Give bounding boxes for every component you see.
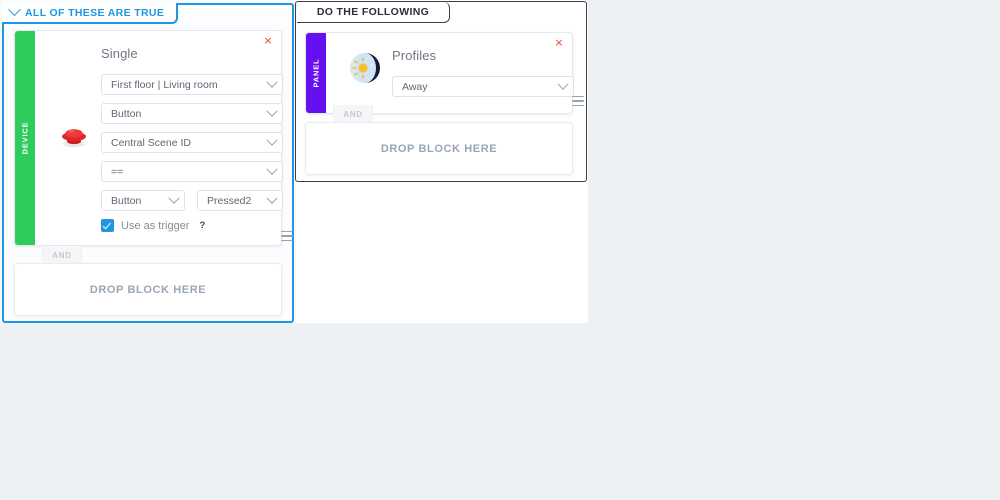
- chevron-down-icon: [266, 76, 278, 88]
- select-operator-value: ==: [111, 165, 124, 178]
- select-profile[interactable]: Away: [392, 76, 574, 97]
- select-profile-value: Away: [402, 80, 428, 93]
- select-property-value: Central Scene ID: [111, 136, 191, 149]
- select-device[interactable]: Button: [101, 103, 283, 124]
- device-block-title: Single: [101, 46, 138, 61]
- help-icon[interactable]: ?: [199, 220, 205, 231]
- hamburger-line: [281, 239, 293, 241]
- chevron-down-icon: [557, 78, 569, 90]
- select-room-value: First floor | Living room: [111, 78, 218, 91]
- select-value-b-value: Pressed2: [207, 194, 252, 207]
- hamburger-line: [572, 100, 584, 102]
- red-push-button-icon: [57, 119, 91, 153]
- action-column: PANEL × Profiles Away AND DROP BLOCK HER…: [295, 1, 587, 182]
- close-icon[interactable]: ×: [262, 35, 274, 47]
- panel-block-title: Profiles: [392, 48, 437, 63]
- panel-stripe-label: PANEL: [311, 58, 321, 88]
- chevron-down-icon: [266, 134, 278, 146]
- chevron-down-icon: [168, 192, 180, 204]
- device-stripe: DEVICE: [15, 31, 35, 245]
- panel-block-body: × Profiles Away: [326, 33, 584, 113]
- chevron-down-icon: [266, 105, 278, 117]
- chevron-down-icon[interactable]: [8, 3, 21, 17]
- tab-all-of-these-are-true[interactable]: ALL OF THESE ARE TRUE: [2, 3, 179, 24]
- chevron-down-icon: [266, 163, 278, 175]
- hamburger-line: [572, 104, 584, 106]
- dropzone-condition[interactable]: DROP BLOCK HERE: [14, 263, 282, 316]
- hamburger-line: [572, 96, 584, 98]
- select-device-value: Button: [111, 107, 142, 120]
- chevron-down-icon: [266, 192, 278, 204]
- close-icon[interactable]: ×: [553, 37, 565, 49]
- device-block-body: × Single First floor | Living room Butto…: [35, 31, 293, 245]
- select-property[interactable]: Central Scene ID: [101, 132, 283, 153]
- hamburger-menu-icon[interactable]: [572, 96, 584, 106]
- device-stripe-label: DEVICE: [20, 121, 30, 155]
- condition-tab-label: ALL OF THESE ARE TRUE: [25, 6, 165, 19]
- use-as-trigger-label: Use as trigger: [121, 219, 190, 232]
- device-condition-block[interactable]: DEVICE × Single First floor | Living roo…: [14, 30, 293, 246]
- panel-stripe: PANEL: [306, 33, 326, 113]
- select-value-a[interactable]: Button: [101, 190, 185, 211]
- action-tab-label: DO THE FOLLOWING: [316, 6, 430, 18]
- dropzone-action[interactable]: DROP BLOCK HERE: [305, 122, 573, 175]
- use-as-trigger-checkbox[interactable]: [101, 219, 114, 232]
- hamburger-line: [281, 235, 293, 237]
- select-value-b[interactable]: Pressed2: [197, 190, 283, 211]
- select-room[interactable]: First floor | Living room: [101, 74, 283, 95]
- day-night-profile-icon: [348, 51, 382, 85]
- select-operator[interactable]: ==: [101, 161, 283, 182]
- select-value-a-value: Button: [111, 194, 142, 207]
- use-as-trigger-row[interactable]: Use as trigger ?: [101, 219, 205, 232]
- panel-action-block[interactable]: PANEL × Profiles Away: [305, 32, 584, 114]
- scene-editor-canvas: ALL OF THESE ARE TRUE DEVICE × Single Fi…: [0, 0, 1000, 500]
- tab-do-the-following[interactable]: DO THE FOLLOWING: [297, 2, 450, 23]
- hamburger-line: [281, 231, 293, 233]
- hamburger-menu-icon[interactable]: [281, 231, 293, 241]
